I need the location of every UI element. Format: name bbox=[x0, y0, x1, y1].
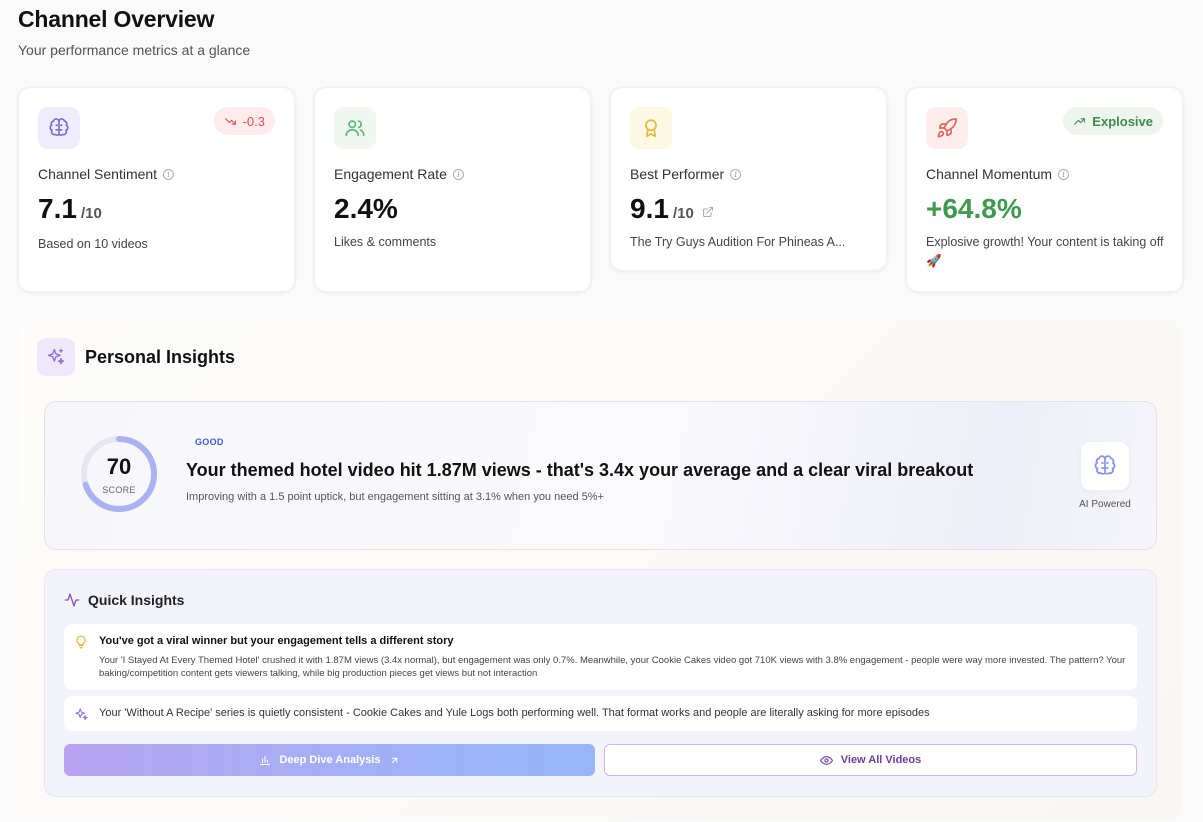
channel-sentiment-desc: Based on 10 videos bbox=[38, 237, 148, 251]
award-icon bbox=[630, 107, 672, 149]
score-subtext: Improving with a 1.5 point uptick, but e… bbox=[186, 491, 604, 503]
page-title: Channel Overview bbox=[18, 6, 215, 32]
momentum-status-text: Explosive bbox=[1092, 113, 1153, 129]
engagement-rate-label: Engagement Rate bbox=[334, 166, 447, 182]
quick-insights-card: Quick Insights You've got a viral winner… bbox=[44, 569, 1157, 797]
rocket-icon bbox=[926, 107, 968, 149]
best-performer-value: 9.1 bbox=[630, 193, 669, 224]
info-icon[interactable]: i bbox=[1058, 168, 1070, 180]
list-item: You've got a viral winner but your engag… bbox=[64, 624, 1137, 690]
score-headline: Your themed hotel video hit 1.87M views … bbox=[186, 460, 974, 480]
best-performer-suffix: /10 bbox=[672, 205, 694, 222]
external-link-icon[interactable] bbox=[702, 206, 714, 218]
ai-powered-label: AI Powered bbox=[1079, 499, 1131, 510]
view-all-videos-label: View All Videos bbox=[840, 754, 922, 766]
engagement-rate-desc: Likes & comments bbox=[334, 235, 437, 249]
channel-momentum-label: Channel Momentum bbox=[926, 166, 1053, 182]
sentiment-change-value: -0.3 bbox=[242, 113, 265, 129]
info-icon[interactable]: i bbox=[452, 168, 464, 180]
best-performer-label: Best Performer bbox=[630, 166, 725, 182]
lightbulb-icon bbox=[73, 634, 89, 650]
score-value: 70 bbox=[106, 454, 132, 479]
channel-momentum-card: Explosive Channel Momentum i +64.8% Expl… bbox=[906, 87, 1183, 292]
users-icon bbox=[334, 107, 376, 149]
insight-text: Your 'I Stayed At Every Themed Hotel' cr… bbox=[99, 655, 1126, 679]
sentiment-change-badge: -0.3 bbox=[213, 107, 275, 135]
info-icon[interactable]: i bbox=[163, 168, 175, 180]
arrow-up-right-icon bbox=[391, 757, 397, 763]
sparkles-icon bbox=[37, 338, 75, 376]
view-all-videos-button[interactable]: View All Videos bbox=[604, 744, 1137, 776]
best-performer-desc[interactable]: The Try Guys Audition For Phineas A... bbox=[630, 233, 845, 252]
best-performer-card: Best Performer i 9.1 /10 The Try Guys Au… bbox=[610, 87, 887, 271]
page-subtitle: Your performance metrics at a glance bbox=[18, 42, 251, 58]
engagement-rate-value: 2.4% bbox=[334, 193, 398, 224]
channel-sentiment-value: 7.1 bbox=[38, 193, 77, 224]
trending-down-icon bbox=[224, 117, 236, 125]
score-label: SCORE bbox=[102, 485, 136, 495]
brain-icon bbox=[38, 107, 80, 149]
activity-icon bbox=[64, 593, 80, 607]
channel-momentum-desc: Explosive growth! Your content is taking… bbox=[926, 235, 1164, 268]
channel-sentiment-label: Channel Sentiment bbox=[38, 166, 158, 182]
eye-icon bbox=[819, 755, 833, 765]
insight-text: Your 'Without A Recipe' series is quietl… bbox=[99, 707, 930, 719]
sparkles-icon bbox=[73, 706, 89, 722]
channel-momentum-value: +64.8% bbox=[926, 193, 1022, 224]
score-status: GOOD bbox=[195, 437, 224, 447]
score-card: 70 SCORE GOOD Your themed hotel video hi… bbox=[44, 401, 1157, 550]
bar-chart-icon bbox=[260, 756, 271, 765]
quick-insights-title: Quick Insights bbox=[88, 592, 185, 608]
deep-dive-analysis-button[interactable]: Deep Dive Analysis bbox=[64, 744, 595, 776]
info-icon[interactable]: i bbox=[730, 168, 742, 180]
personal-insights-panel: Personal Insights 70 SCORE GOOD Your the… bbox=[18, 320, 1182, 820]
trending-up-icon bbox=[1074, 117, 1086, 125]
momentum-status-badge: Explosive bbox=[1063, 107, 1163, 135]
engagement-rate-card: Engagement Rate i 2.4% Likes & comments bbox=[314, 87, 591, 292]
channel-sentiment-suffix: /10 bbox=[80, 205, 102, 222]
personal-insights-title: Personal Insights bbox=[85, 346, 236, 367]
list-item: Your 'Without A Recipe' series is quietl… bbox=[64, 696, 1137, 731]
ai-brain-icon bbox=[1080, 441, 1130, 491]
channel-sentiment-card: -0.3 Channel Sentiment i 7.1 /10 Based o… bbox=[18, 87, 295, 292]
deep-dive-label: Deep Dive Analysis bbox=[279, 754, 381, 766]
insight-title: You've got a viral winner but your engag… bbox=[99, 635, 454, 647]
